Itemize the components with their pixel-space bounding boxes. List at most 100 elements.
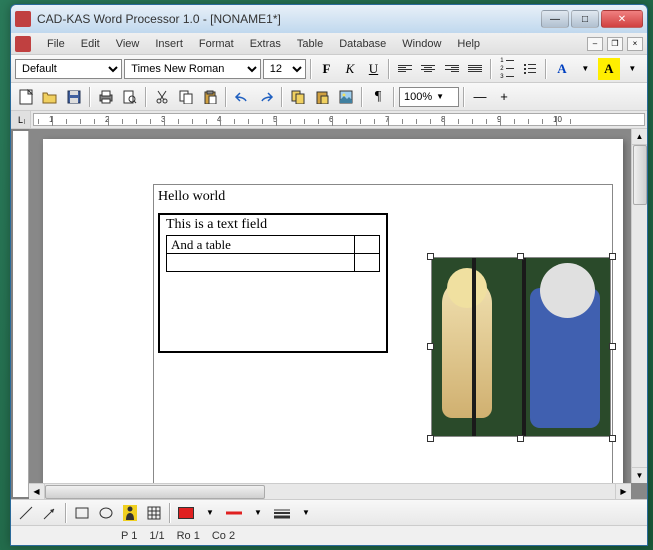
vertical-ruler[interactable] — [13, 131, 29, 497]
zoom-in-button[interactable]: + — [493, 86, 515, 108]
grid-icon[interactable] — [143, 502, 165, 524]
selection-handle-e[interactable] — [609, 343, 616, 350]
save-button[interactable] — [63, 86, 85, 108]
copy-format-button[interactable] — [287, 86, 309, 108]
person-icon[interactable] — [119, 502, 141, 524]
paste-format-button[interactable] — [311, 86, 333, 108]
zoom-select[interactable]: 100% ▼ — [399, 87, 459, 107]
font-color-button[interactable]: A — [551, 58, 572, 80]
selection-handle-w[interactable] — [427, 343, 434, 350]
selection-handle-se[interactable] — [609, 435, 616, 442]
menu-window[interactable]: Window — [394, 36, 449, 52]
embedded-image[interactable] — [431, 257, 611, 437]
vertical-scrollbar[interactable]: ▲ ▼ — [631, 129, 647, 483]
ruler-unit[interactable]: L — [11, 111, 31, 128]
inner-text-frame[interactable]: This is a text field And a table — [158, 213, 388, 353]
size-select[interactable]: 12 — [263, 59, 306, 79]
table-row[interactable] — [167, 254, 380, 272]
menu-table[interactable]: Table — [289, 36, 331, 52]
menu-help[interactable]: Help — [449, 36, 488, 52]
table-cell[interactable]: And a table — [167, 236, 355, 254]
print-button[interactable] — [95, 86, 117, 108]
app-window: CAD-KAS Word Processor 1.0 - [NONAME1*] … — [10, 4, 648, 546]
align-right-button[interactable] — [441, 58, 462, 80]
menu-file[interactable]: File — [39, 36, 73, 52]
menu-extras[interactable]: Extras — [242, 36, 289, 52]
mdi-close-button[interactable]: × — [627, 37, 643, 51]
menu-insert[interactable]: Insert — [147, 36, 191, 52]
line-tool[interactable] — [15, 502, 37, 524]
table-cell[interactable] — [355, 254, 380, 272]
document-canvas[interactable]: Hello world This is a text field And a t… — [29, 129, 647, 499]
titlebar[interactable]: CAD-KAS Word Processor 1.0 - [NONAME1*] … — [11, 5, 647, 33]
app-menu-icon[interactable] — [15, 36, 31, 52]
selection-handle-sw[interactable] — [427, 435, 434, 442]
cut-button[interactable] — [151, 86, 173, 108]
align-justify-button[interactable] — [465, 58, 486, 80]
inner-table[interactable]: And a table — [166, 235, 380, 272]
number-list-button[interactable]: 123 — [496, 58, 517, 80]
image-content — [432, 258, 610, 436]
table-cell[interactable] — [167, 254, 355, 272]
arrow-tool[interactable] — [39, 502, 61, 524]
ruler-mark: 10 — [553, 115, 562, 124]
text-line-1[interactable]: Hello world — [158, 189, 608, 205]
horizontal-scrollbar[interactable]: ◀ ▶ — [29, 483, 631, 499]
align-left-button[interactable] — [394, 58, 415, 80]
horizontal-ruler[interactable]: 12345678910 — [33, 113, 645, 126]
table-row[interactable]: And a table — [167, 236, 380, 254]
highlight-dropdown[interactable]: ▼ — [622, 58, 643, 80]
highlight-button[interactable]: A — [598, 58, 619, 80]
minimize-button[interactable]: — — [541, 10, 569, 28]
open-button[interactable] — [39, 86, 61, 108]
paste-button[interactable] — [199, 86, 221, 108]
underline-button[interactable]: U — [363, 58, 384, 80]
pilcrow-button[interactable]: ¶ — [367, 86, 389, 108]
font-color-dropdown[interactable]: ▼ — [575, 58, 596, 80]
menu-view[interactable]: View — [108, 36, 148, 52]
selection-handle-n[interactable] — [517, 253, 524, 260]
selection-handle-nw[interactable] — [427, 253, 434, 260]
frame-title-text[interactable]: This is a text field — [166, 217, 380, 233]
bullet-list-button[interactable] — [520, 58, 541, 80]
mdi-restore-button[interactable]: ❐ — [607, 37, 623, 51]
rectangle-tool[interactable] — [71, 502, 93, 524]
page[interactable]: Hello world This is a text field And a t… — [43, 139, 623, 499]
status-page: P 1 — [121, 530, 137, 542]
ellipse-tool[interactable] — [95, 502, 117, 524]
workspace: Hello world This is a text field And a t… — [11, 129, 647, 499]
menubar: File Edit View Insert Format Extras Tabl… — [11, 33, 647, 55]
bold-button[interactable]: F — [316, 58, 337, 80]
format-toolbar: Default Times New Roman 12 F K U 123 A ▼… — [11, 55, 647, 83]
insert-image-button[interactable] — [335, 86, 357, 108]
fill-color-dropdown[interactable]: ▼ — [199, 502, 221, 524]
copy-button[interactable] — [175, 86, 197, 108]
line-style-dropdown[interactable]: ▼ — [295, 502, 317, 524]
close-button[interactable]: ✕ — [601, 10, 643, 28]
maximize-button[interactable]: □ — [571, 10, 599, 28]
style-select[interactable]: Default — [15, 59, 122, 79]
undo-button[interactable] — [231, 86, 253, 108]
standard-toolbar: ¶ 100% ▼ — + — [11, 83, 647, 111]
new-button[interactable] — [15, 86, 37, 108]
align-center-button[interactable] — [418, 58, 439, 80]
table-cell[interactable] — [355, 236, 380, 254]
mdi-minimize-button[interactable]: – — [587, 37, 603, 51]
menu-database[interactable]: Database — [331, 36, 394, 52]
italic-button[interactable]: K — [339, 58, 360, 80]
fill-color-button[interactable] — [175, 502, 197, 524]
status-pages: 1/1 — [149, 530, 164, 542]
print-preview-button[interactable] — [119, 86, 141, 108]
menu-format[interactable]: Format — [191, 36, 242, 52]
line-color-button[interactable] — [223, 502, 245, 524]
redo-button[interactable] — [255, 86, 277, 108]
zoom-value: 100% — [404, 91, 432, 103]
selection-handle-ne[interactable] — [609, 253, 616, 260]
menu-edit[interactable]: Edit — [73, 36, 108, 52]
drawing-toolbar: ▼ ▼ ▼ — [11, 499, 647, 525]
selection-handle-s[interactable] — [517, 435, 524, 442]
line-color-dropdown[interactable]: ▼ — [247, 502, 269, 524]
line-style-button[interactable] — [271, 502, 293, 524]
font-select[interactable]: Times New Roman — [124, 59, 261, 79]
zoom-out-button[interactable]: — — [469, 86, 491, 108]
